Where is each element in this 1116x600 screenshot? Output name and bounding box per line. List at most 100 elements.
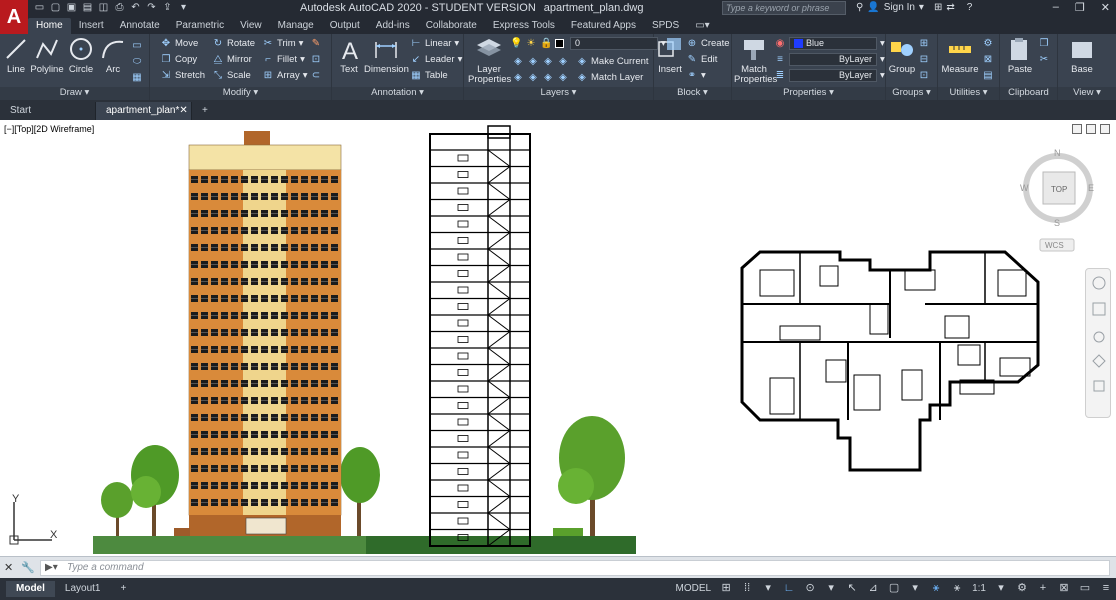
create-block-button[interactable]: ⊕ Create — [686, 36, 730, 51]
text-button[interactable]: A Text — [336, 36, 362, 75]
chevron-down-icon[interactable]: ▾ — [880, 38, 885, 49]
customize-qat-icon[interactable]: ▾ — [178, 2, 189, 13]
groups-panel-title[interactable]: Groups ▾ — [886, 87, 937, 100]
object-snap-tracking-icon[interactable]: ⊿ — [867, 582, 879, 594]
group-edit-icon[interactable]: ⊟ — [918, 52, 930, 67]
polyline-button[interactable]: Polyline — [30, 36, 64, 75]
layer-on-icon[interactable]: ◈ — [512, 72, 524, 84]
tab-express-tools[interactable]: Express Tools — [485, 18, 563, 34]
fillet-button[interactable]: ⌐ Fillet ▾ — [262, 52, 305, 67]
compass-east[interactable]: E — [1088, 183, 1094, 193]
workspace-gear-icon[interactable]: ⚙ — [1016, 582, 1028, 594]
save-as-icon[interactable]: ▤ — [82, 2, 93, 13]
close-tab-icon[interactable]: ✕ — [179, 102, 187, 120]
match-properties-button[interactable]: Match Properties — [734, 36, 777, 85]
ribbon-minimize-icon[interactable]: ▭▾ — [687, 18, 717, 34]
cart-icon[interactable]: ⊞ — [934, 2, 942, 13]
object-snap-icon[interactable]: ▢ — [888, 582, 900, 594]
dimension-button[interactable]: Dimension — [364, 36, 409, 75]
linetype-dropdown[interactable]: ≡ ByLayer ▾ — [774, 52, 885, 67]
help-search-input[interactable]: Type a keyword or phrase — [722, 1, 846, 15]
command-prompt-icon[interactable]: ▶▾ — [45, 561, 58, 575]
make-current-button[interactable]: ◈ Make Current — [576, 54, 648, 69]
viewcube-top-face[interactable]: TOP — [1051, 185, 1067, 194]
scale-button[interactable]: ⤡ Scale — [212, 68, 251, 83]
tab-output[interactable]: Output — [322, 18, 368, 34]
draw-panel-title[interactable]: Draw ▾ — [0, 87, 149, 100]
ellipse-icon[interactable]: ⬭ — [131, 54, 143, 69]
drawing-viewport[interactable]: [−][Top][2D Wireframe] Y X TOP N S E W W… — [0, 120, 1116, 556]
web-icon[interactable]: ◫ — [98, 2, 109, 13]
cut-icon[interactable]: ✂ — [1038, 52, 1050, 67]
base-view-button[interactable]: Base — [1064, 36, 1100, 75]
leader-button[interactable]: ↙ Leader ▾ — [410, 52, 463, 67]
utilities-panel-title[interactable]: Utilities ▾ — [938, 87, 999, 100]
trim-button[interactable]: ✂ Trim ▾ — [262, 36, 304, 51]
showmotion-icon[interactable] — [1093, 380, 1105, 392]
layer-freeze-icon[interactable]: ◈ — [542, 56, 554, 68]
polar-icon[interactable]: ⊙ — [804, 582, 816, 594]
steering-wheel-icon[interactable] — [1092, 276, 1106, 290]
clipboard-panel-title[interactable]: Clipboard — [1000, 87, 1057, 100]
search-options-icon[interactable]: ⚲ — [856, 2, 863, 13]
tab-layout1[interactable]: Layout1 — [55, 581, 111, 597]
viewcube[interactable]: TOP N S E W WCS — [1018, 146, 1098, 256]
offset-icon[interactable]: ⊂ — [310, 68, 322, 83]
close-icon[interactable]: ✕ — [1101, 1, 1110, 14]
arc-button[interactable]: Arc — [98, 36, 128, 75]
properties-panel-title[interactable]: Properties ▾ — [732, 87, 885, 100]
layer-lock-icon[interactable]: ◈ — [557, 56, 569, 68]
tab-parametric[interactable]: Parametric — [168, 18, 232, 34]
tab-view[interactable]: View — [232, 18, 270, 34]
orbit-icon[interactable] — [1092, 354, 1106, 368]
line-button[interactable]: Line — [2, 36, 30, 75]
command-input[interactable]: ▶▾ Type a command — [40, 560, 1110, 576]
tab-model[interactable]: Model — [6, 581, 55, 597]
new-file-icon[interactable]: ▭ — [34, 2, 45, 13]
mirror-button[interactable]: ⧋ Mirror — [212, 52, 252, 67]
calculator-icon[interactable]: ▤ — [982, 68, 994, 83]
minimize-icon[interactable]: – — [1053, 1, 1059, 14]
compass-south[interactable]: S — [1054, 218, 1060, 228]
layer-thaw-icon[interactable]: ◈ — [542, 72, 554, 84]
zoom-icon[interactable] — [1093, 331, 1105, 343]
snap-icon[interactable]: ⁞⁞ — [741, 582, 753, 594]
rotate-button[interactable]: ↻ Rotate — [212, 36, 255, 51]
layer-dropdown[interactable]: 💡 ☀ 🔒 0 ▾ — [510, 36, 666, 51]
customize-icon[interactable]: 🔧 — [21, 561, 35, 574]
add-layout-button[interactable]: + — [110, 581, 136, 597]
table-button[interactable]: ▦ Table — [410, 68, 447, 83]
hatch-icon[interactable]: ▦ — [131, 70, 143, 85]
compass-north[interactable]: N — [1054, 148, 1061, 158]
tab-home[interactable]: Home — [28, 18, 71, 34]
chevron-down-icon[interactable]: ▾ — [919, 2, 924, 13]
model-space-toggle[interactable]: MODEL — [676, 583, 712, 594]
close-command-line-icon[interactable]: ✕ — [4, 561, 13, 574]
pan-icon[interactable] — [1092, 302, 1106, 316]
lineweight-dropdown[interactable]: ≣ ByLayer ▾ — [774, 68, 885, 83]
annotation-scale[interactable]: 1:1 — [972, 583, 986, 594]
copy-button[interactable]: ❐ Copy — [160, 52, 198, 67]
stretch-button[interactable]: ⇲ Stretch — [160, 68, 205, 83]
layer-unlock-icon[interactable]: ◈ — [557, 72, 569, 84]
modify-panel-title[interactable]: Modify ▾ — [150, 87, 331, 100]
tab-add-ins[interactable]: Add-ins — [368, 18, 418, 34]
tab-insert[interactable]: Insert — [71, 18, 112, 34]
autoscale-icon[interactable]: ⚹ — [951, 582, 963, 594]
group-selection-icon[interactable]: ⊡ — [918, 68, 930, 83]
object-snap-dropdown-icon[interactable]: ▾ — [909, 582, 921, 594]
copy-clip-icon[interactable]: ❐ — [1038, 36, 1050, 51]
paste-button[interactable]: Paste — [1002, 36, 1038, 75]
measure-button[interactable]: Measure — [940, 36, 980, 75]
block-panel-title[interactable]: Block ▾ — [654, 87, 731, 100]
drawing-tab[interactable]: apartment_plan* ✕ — [96, 102, 192, 120]
scale-dropdown-icon[interactable]: ▾ — [995, 582, 1007, 594]
layer-properties-button[interactable]: Layer Properties — [468, 36, 511, 85]
tab-spds[interactable]: SPDS — [644, 18, 687, 34]
tab-annotate[interactable]: Annotate — [112, 18, 168, 34]
customize-status-icon[interactable]: ≡ — [1100, 582, 1112, 594]
rectangle-icon[interactable]: ▭ — [131, 38, 143, 53]
layer-unisolate-icon[interactable]: ◈ — [527, 72, 539, 84]
save-icon[interactable]: ▣ — [66, 2, 77, 13]
wcs-menu[interactable]: WCS — [1045, 241, 1064, 250]
